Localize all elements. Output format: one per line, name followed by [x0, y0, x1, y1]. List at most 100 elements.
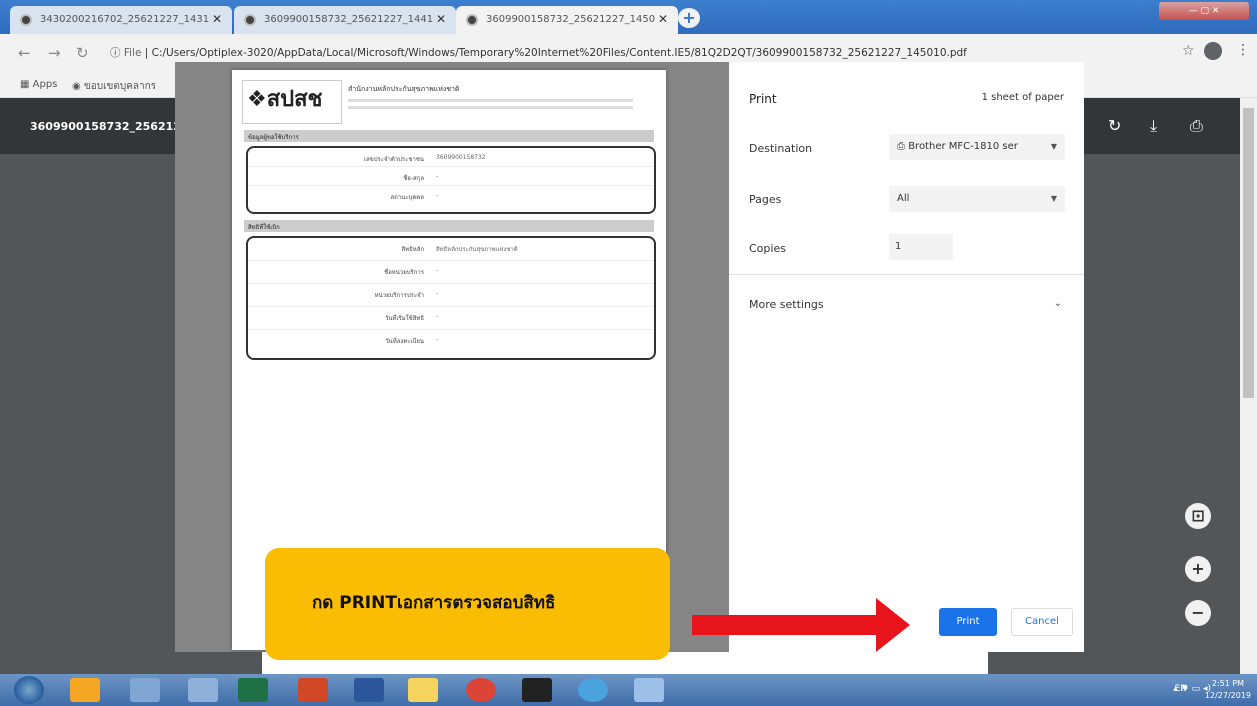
media-player-icon[interactable]	[70, 678, 100, 702]
sheet-count: 1 sheet of paper	[981, 92, 1064, 103]
excel-icon[interactable]	[238, 678, 268, 702]
file-label: File	[123, 47, 142, 59]
info-icon[interactable]: ⓘ	[110, 47, 124, 59]
pdf-title: 3609900158732_25621227	[30, 120, 197, 133]
row-key: ชื่อ-สกุล	[403, 175, 424, 182]
print-icon[interactable]: ⎙	[1190, 116, 1203, 136]
info-row: สถานะบุคคล -	[248, 186, 654, 205]
globe-icon	[244, 14, 256, 26]
row-value: -	[436, 290, 439, 297]
print-button[interactable]: Print	[939, 608, 997, 636]
row-value: -	[436, 336, 439, 343]
start-button[interactable]	[14, 676, 44, 704]
more-settings[interactable]: More settings	[749, 298, 824, 311]
globe-icon	[20, 14, 32, 26]
row-value: 3609900158732	[436, 154, 486, 161]
rights-box: สิทธิหลัก สิทธิหลักประกันสุขภาพแห่งชาติ ช…	[246, 236, 656, 360]
folder-icon[interactable]	[408, 678, 438, 702]
pages-select[interactable]: All ▼	[889, 186, 1065, 212]
info-row: หน่วยบริการประจำ -	[248, 284, 654, 307]
browser-tab-1[interactable]: 3430200216702_25621227_1431 ✕	[10, 6, 232, 34]
window-controls[interactable]: — ▢ ✕	[1159, 2, 1249, 20]
clock-time: 2:51 PM	[1211, 679, 1245, 688]
apps-label: Apps	[32, 79, 58, 90]
powerpoint-icon[interactable]	[298, 678, 328, 702]
back-icon[interactable]: ←	[18, 44, 31, 62]
section-title: สิทธิที่ใช้เบิก	[244, 220, 654, 232]
section-title: ข้อมูลผู้ขอใช้บริการ	[244, 130, 654, 142]
explorer-icon[interactable]	[130, 678, 160, 702]
browser-tab-3[interactable]: 3609900158732_25621227_1450 ✕	[456, 6, 678, 34]
zoom-in-icon[interactable]: +	[1185, 556, 1211, 582]
pages-value: All	[897, 193, 910, 204]
callout-text: กด PRINTเอกสารตรวจสอบสิทธิ	[312, 593, 556, 613]
app-icon[interactable]	[188, 678, 218, 702]
close-icon[interactable]: ✕	[658, 12, 668, 26]
forward-icon[interactable]: →	[48, 44, 61, 62]
rotate-icon[interactable]: ↻	[1108, 116, 1121, 135]
pages-label: Pages	[749, 193, 782, 206]
row-key: สิทธิหลัก	[401, 246, 424, 253]
info-row: ชื่อหน่วยบริการ -	[248, 261, 654, 284]
row-value: -	[436, 173, 439, 180]
row-value: -	[436, 267, 439, 274]
scrollbar[interactable]	[1240, 98, 1257, 674]
terminal-icon[interactable]	[522, 678, 552, 702]
bookmark-apps[interactable]: ▦ Apps	[20, 79, 57, 90]
row-key: สถานะบุคคล	[390, 194, 424, 201]
chevron-down-icon: ▼	[1050, 142, 1057, 151]
tab-title: 3609900158732_25621227_1450	[486, 14, 656, 25]
org-header: สำนักงานหลักประกันสุขภาพแห่งชาติ	[348, 84, 648, 109]
org-name: สำนักงานหลักประกันสุขภาพแห่งชาติ	[348, 85, 460, 93]
row-key: เลขประจำตัวประชาชน	[363, 156, 424, 163]
row-key: วันที่ลงทะเบียน	[385, 338, 424, 345]
info-row: วันที่ลงทะเบียน -	[248, 330, 654, 353]
print-title: Print	[749, 92, 777, 106]
menu-icon[interactable]: ⋮	[1236, 42, 1250, 58]
ie-icon[interactable]	[578, 678, 608, 702]
scroll-thumb[interactable]	[1243, 108, 1254, 398]
word-icon[interactable]	[354, 678, 384, 702]
new-tab-button[interactable]: +	[678, 8, 700, 28]
nhso-logo: ❖สปสช	[242, 80, 342, 124]
info-row: วันที่เริ่มใช้สิทธิ -	[248, 307, 654, 330]
site-label: ขอบเขตบุคลากร	[83, 81, 157, 92]
info-row: สิทธิหลัก สิทธิหลักประกันสุขภาพแห่งชาติ	[248, 238, 654, 261]
divider	[729, 274, 1084, 275]
close-icon[interactable]: ✕	[436, 12, 446, 26]
instruction-callout: กด PRINTเอกสารตรวจสอบสิทธิ	[265, 548, 670, 660]
url-field[interactable]: ⓘ File | C:/Users/Optiplex-3020/AppData/…	[110, 42, 1170, 64]
row-key: หน่วยบริการประจำ	[374, 292, 424, 299]
clock-date: 12/27/2019	[1204, 691, 1251, 700]
destination-value: Brother MFC-1810 ser	[908, 141, 1018, 152]
chrome-icon[interactable]	[466, 678, 496, 702]
row-key: ชื่อหน่วยบริการ	[384, 269, 424, 276]
zoom-out-icon[interactable]: −	[1185, 600, 1211, 626]
browser-tab-2[interactable]: 3609900158732_25621227_1441 ✕	[234, 6, 456, 34]
fit-page-icon[interactable]: ⊡	[1185, 503, 1211, 529]
destination-label: Destination	[749, 142, 813, 155]
row-value: -	[436, 313, 439, 320]
close-icon[interactable]: ✕	[212, 12, 222, 26]
chevron-down-icon[interactable]: ⌄	[1054, 298, 1062, 309]
row-value: -	[436, 192, 439, 199]
download-icon[interactable]: ⤓	[1150, 116, 1157, 136]
row-key: วันที่เริ่มใช้สิทธิ	[385, 315, 424, 322]
tool-icon[interactable]	[634, 678, 664, 702]
destination-select[interactable]: ⎙ Brother MFC-1810 ser ▼	[889, 134, 1065, 160]
reload-icon[interactable]: ↻	[76, 44, 89, 62]
logo-text: สปสช	[266, 87, 323, 112]
row-value: สิทธิหลักประกันสุขภาพแห่งชาติ	[436, 246, 518, 253]
cancel-button[interactable]: Cancel	[1011, 608, 1073, 636]
copies-input[interactable]: 1	[889, 234, 953, 260]
url-text: C:/Users/Optiplex-3020/AppData/Local/Mic…	[151, 47, 967, 59]
profile-avatar[interactable]	[1204, 42, 1222, 60]
printer-icon: ⎙	[897, 141, 909, 152]
clock[interactable]: 2:51 PM 12/27/2019	[1205, 678, 1251, 702]
globe-icon	[466, 14, 478, 26]
tab-title: 3609900158732_25621227_1441	[264, 14, 434, 25]
info-box: เลขประจำตัวประชาชน 3609900158732 ชื่อ-สกุ…	[246, 146, 656, 214]
info-row: ชื่อ-สกุล -	[248, 167, 654, 186]
star-icon[interactable]: ☆	[1182, 43, 1195, 59]
bookmark-site[interactable]: ◉ ขอบเขตบุคลากร	[72, 79, 156, 94]
